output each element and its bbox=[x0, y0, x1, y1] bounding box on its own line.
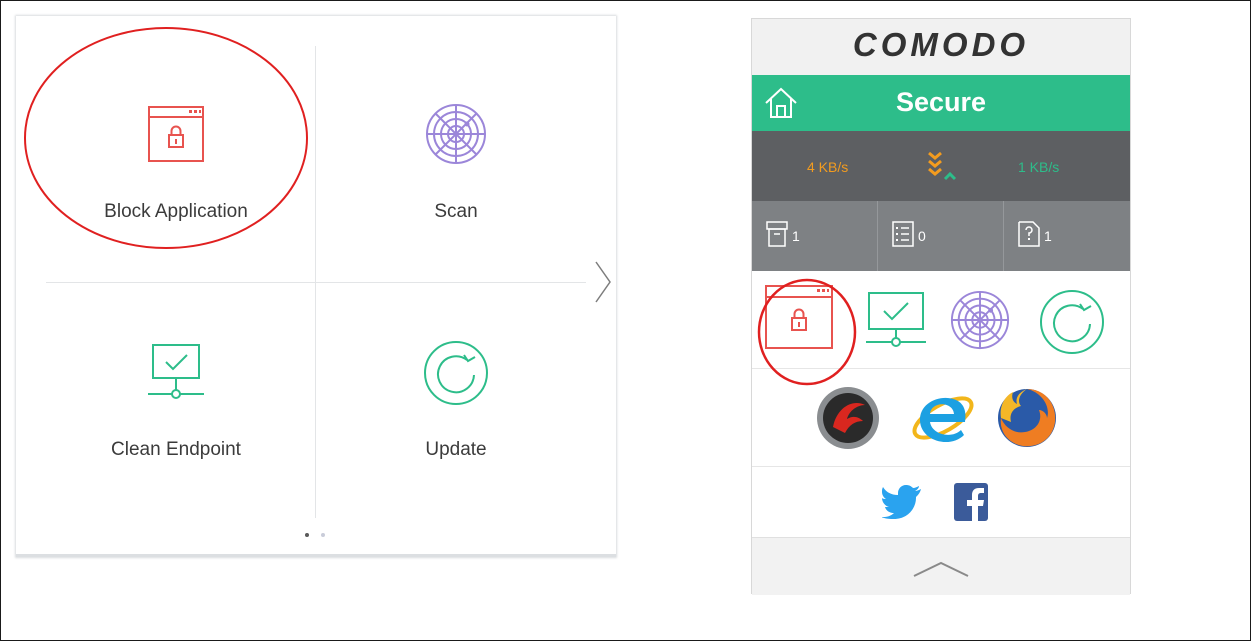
desktop-widget: COMODO Secure 4 KB/s 1 KB/s 1 0 1 bbox=[751, 18, 1131, 595]
unknown-file-icon bbox=[1018, 221, 1040, 247]
unknown-files-count: 1 bbox=[1044, 228, 1052, 244]
social-row bbox=[752, 467, 1130, 537]
update-tile[interactable]: Update bbox=[316, 304, 596, 504]
firefox-icon[interactable] bbox=[993, 384, 1061, 452]
refresh-icon[interactable] bbox=[1039, 289, 1105, 355]
twitter-icon[interactable] bbox=[882, 485, 922, 519]
pager-dot[interactable] bbox=[321, 533, 325, 537]
horizontal-divider bbox=[46, 282, 586, 283]
counters-bar: 1 0 1 bbox=[752, 201, 1130, 271]
tasks-panel: Block Application Scan Clean Endpoint Up… bbox=[16, 16, 616, 557]
quarantine-box-icon bbox=[766, 221, 788, 247]
task-icons-row bbox=[752, 271, 1130, 386]
status-text: Secure bbox=[895, 87, 987, 117]
scan-tile[interactable]: Scan bbox=[316, 66, 596, 266]
radar-icon[interactable] bbox=[949, 289, 1011, 351]
quarantine-counter[interactable]: 1 bbox=[752, 201, 878, 271]
upload-speed: 1 KB/s bbox=[1018, 159, 1060, 175]
monitor-check-icon bbox=[148, 344, 204, 399]
highlight-ellipse bbox=[24, 27, 308, 249]
tasks-counter[interactable]: 0 bbox=[878, 201, 1004, 271]
download-speed: 4 KB/s bbox=[807, 159, 849, 175]
task-list-icon bbox=[892, 221, 914, 247]
unknown-files-counter[interactable]: 1 bbox=[1004, 201, 1129, 271]
brand-logo: COMODO bbox=[852, 26, 1030, 63]
monitor-check-icon[interactable] bbox=[864, 291, 928, 351]
collapse-toggle[interactable] bbox=[752, 537, 1130, 595]
traffic-arrows-icon bbox=[928, 151, 957, 181]
update-label: Update bbox=[425, 439, 487, 460]
pager-dot-active[interactable] bbox=[305, 533, 309, 537]
tasks-count: 0 bbox=[918, 228, 926, 244]
browser-shortcuts-row bbox=[752, 369, 1130, 467]
internet-explorer-icon[interactable] bbox=[908, 383, 978, 453]
chevron-up-icon[interactable] bbox=[912, 560, 970, 578]
facebook-icon[interactable] bbox=[954, 483, 988, 521]
clean-endpoint-tile[interactable]: Clean Endpoint bbox=[36, 304, 316, 504]
status-bar[interactable]: Secure bbox=[752, 75, 1130, 131]
refresh-icon bbox=[424, 341, 488, 405]
comodo-dragon-icon[interactable] bbox=[815, 385, 881, 451]
next-page-chevron-icon[interactable] bbox=[592, 260, 614, 304]
brand-header: COMODO bbox=[752, 19, 1130, 75]
clean-endpoint-label: Clean Endpoint bbox=[111, 439, 241, 460]
quarantine-count: 1 bbox=[792, 228, 800, 244]
radar-icon bbox=[426, 104, 486, 164]
traffic-bar: 4 KB/s 1 KB/s bbox=[752, 131, 1130, 201]
scan-label: Scan bbox=[434, 201, 478, 222]
